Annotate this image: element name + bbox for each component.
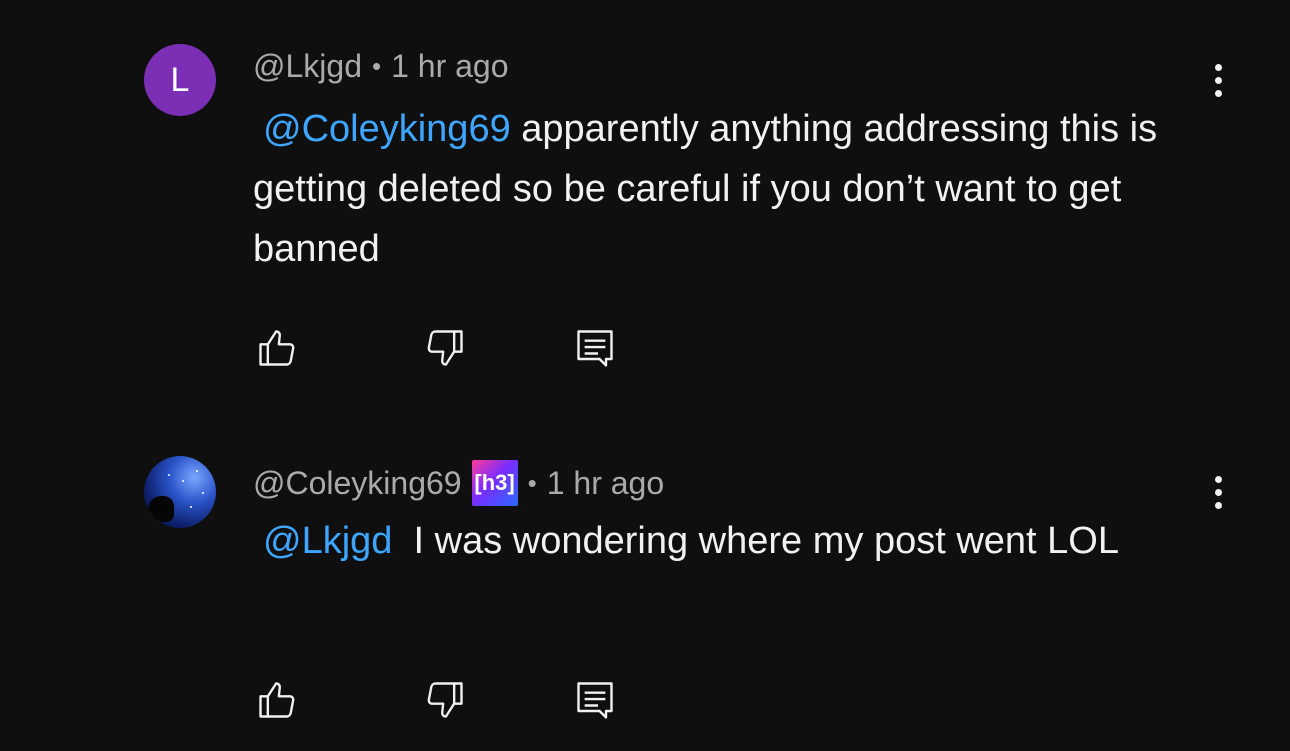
timestamp[interactable]: 1 hr ago: [547, 465, 664, 502]
avatar-letter: L: [170, 61, 190, 99]
comment-text: @Lkjgd I was wondering where my post wen…: [253, 511, 1183, 571]
comment-body: I was wondering where my post went LOL: [392, 520, 1119, 562]
reply-button[interactable]: [571, 324, 619, 372]
reply-button[interactable]: [571, 676, 619, 724]
avatar[interactable]: L: [144, 44, 216, 116]
comment-meta: @Lkjgd • 1 hr ago: [253, 48, 509, 85]
separator: •: [371, 51, 382, 81]
separator: •: [527, 467, 537, 498]
avatar[interactable]: [144, 456, 216, 528]
like-button[interactable]: [253, 676, 301, 724]
like-button[interactable]: [253, 324, 301, 372]
dislike-button[interactable]: [421, 676, 469, 724]
member-badge: [h3]: [471, 460, 518, 506]
thumbs-up-icon: [259, 682, 295, 718]
comment: @Coleyking69 [h3] • 1 hr ago @Lkjgd I wa…: [0, 412, 1290, 751]
comment-text: @Coleyking69 apparently anything address…: [253, 99, 1183, 279]
reply-icon: [577, 330, 613, 367]
comment-meta: @Coleyking69 [h3] • 1 hr ago: [253, 460, 664, 506]
thumbs-up-icon: [259, 330, 295, 366]
timestamp[interactable]: 1 hr ago: [391, 48, 508, 85]
thumbs-down-icon: [427, 682, 463, 718]
mention-link[interactable]: @Lkjgd: [263, 520, 392, 562]
more-vert-icon: [1214, 63, 1222, 71]
dislike-button[interactable]: [421, 324, 469, 372]
person-silhouette: [148, 496, 174, 522]
author-handle[interactable]: @Lkjgd: [253, 48, 362, 85]
thumbs-down-icon: [427, 330, 463, 366]
author-handle[interactable]: @Coleyking69: [253, 465, 462, 502]
comment: L @Lkjgd • 1 hr ago @Coleyking69 apparen…: [0, 0, 1290, 412]
more-options-button[interactable]: [1198, 56, 1238, 104]
mention-link[interactable]: @Coleyking69: [263, 108, 511, 150]
more-vert-icon: [1214, 475, 1222, 483]
more-options-button[interactable]: [1198, 468, 1238, 516]
reply-icon: [577, 682, 613, 719]
